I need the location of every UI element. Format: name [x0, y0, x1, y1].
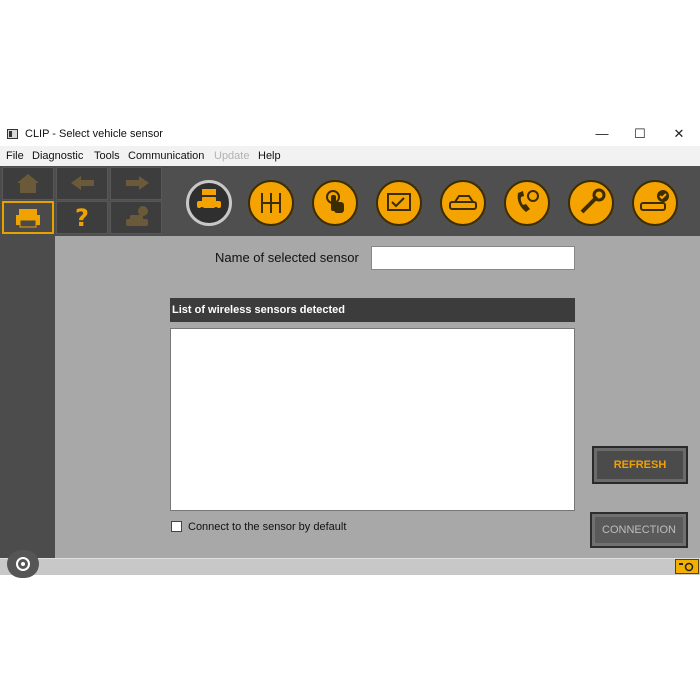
toolbar-car-check[interactable]	[632, 180, 678, 226]
default-connect-checkbox[interactable]	[171, 521, 182, 532]
toolbar-checklist[interactable]	[376, 180, 422, 226]
toolbar-gearbox[interactable]	[248, 180, 294, 226]
checklist-card-icon	[387, 193, 411, 211]
close-button[interactable]: ✕	[667, 124, 691, 144]
vehicle-alert-button[interactable]	[110, 201, 162, 234]
minimize-button[interactable]: —	[590, 124, 614, 144]
camera-icon	[675, 559, 699, 574]
toolbar-vehicle-sensor[interactable]	[186, 180, 232, 226]
toolbar-tools[interactable]	[568, 180, 614, 226]
toolbar-touch[interactable]	[312, 180, 358, 226]
car-diagnostic-icon	[449, 195, 477, 210]
vehicle-alert-icon	[126, 206, 148, 226]
menu-tools[interactable]: Tools	[94, 150, 120, 162]
window-title: CLIP - Select vehicle sensor	[25, 128, 163, 140]
phone-support-icon	[517, 190, 539, 212]
menu-communication[interactable]: Communication	[128, 150, 204, 162]
connection-button-label: CONNECTION	[602, 524, 676, 536]
refresh-button[interactable]: REFRESH	[592, 446, 688, 484]
app-icon	[7, 129, 18, 139]
menu-bar: File Diagnostic Tools Communication Upda…	[0, 146, 700, 167]
sensor-list[interactable]	[170, 328, 575, 511]
status-bar	[0, 558, 700, 575]
print-icon	[16, 209, 40, 228]
lens-icon	[7, 550, 39, 578]
print-button[interactable]	[2, 201, 54, 234]
back-button[interactable]	[56, 167, 108, 200]
forward-arrow-icon	[126, 176, 149, 190]
toolbar-phone-support[interactable]	[504, 180, 550, 226]
home-icon	[17, 174, 39, 193]
sensor-list-header: List of wireless sensors detected	[170, 298, 575, 322]
sensor-name-field[interactable]	[371, 246, 575, 270]
touch-icon	[326, 190, 344, 213]
menu-update: Update	[214, 150, 250, 162]
title-bar: CLIP - Select vehicle sensor — ☐ ✕	[0, 122, 700, 146]
maximize-button[interactable]: ☐	[628, 124, 652, 144]
back-arrow-icon	[71, 176, 94, 190]
menu-help[interactable]: Help	[258, 150, 281, 162]
home-button[interactable]	[2, 167, 54, 200]
help-icon: ?	[75, 204, 89, 232]
help-button[interactable]: ?	[56, 201, 108, 234]
wrench-icon	[580, 188, 606, 214]
menu-file[interactable]: File	[6, 150, 24, 162]
sensor-name-label: Name of selected sensor	[215, 250, 359, 265]
connection-button[interactable]: CONNECTION	[590, 512, 688, 548]
vehicle-sensor-icon	[197, 189, 221, 211]
toolbar-car-diagnostic[interactable]	[440, 180, 486, 226]
car-check-icon	[640, 190, 669, 211]
refresh-button-label: REFRESH	[613, 459, 667, 471]
gearbox-icon	[261, 193, 281, 213]
forward-button[interactable]	[110, 167, 162, 200]
default-connect-label: Connect to the sensor by default	[188, 521, 347, 533]
menu-diagnostic[interactable]: Diagnostic	[32, 150, 83, 162]
